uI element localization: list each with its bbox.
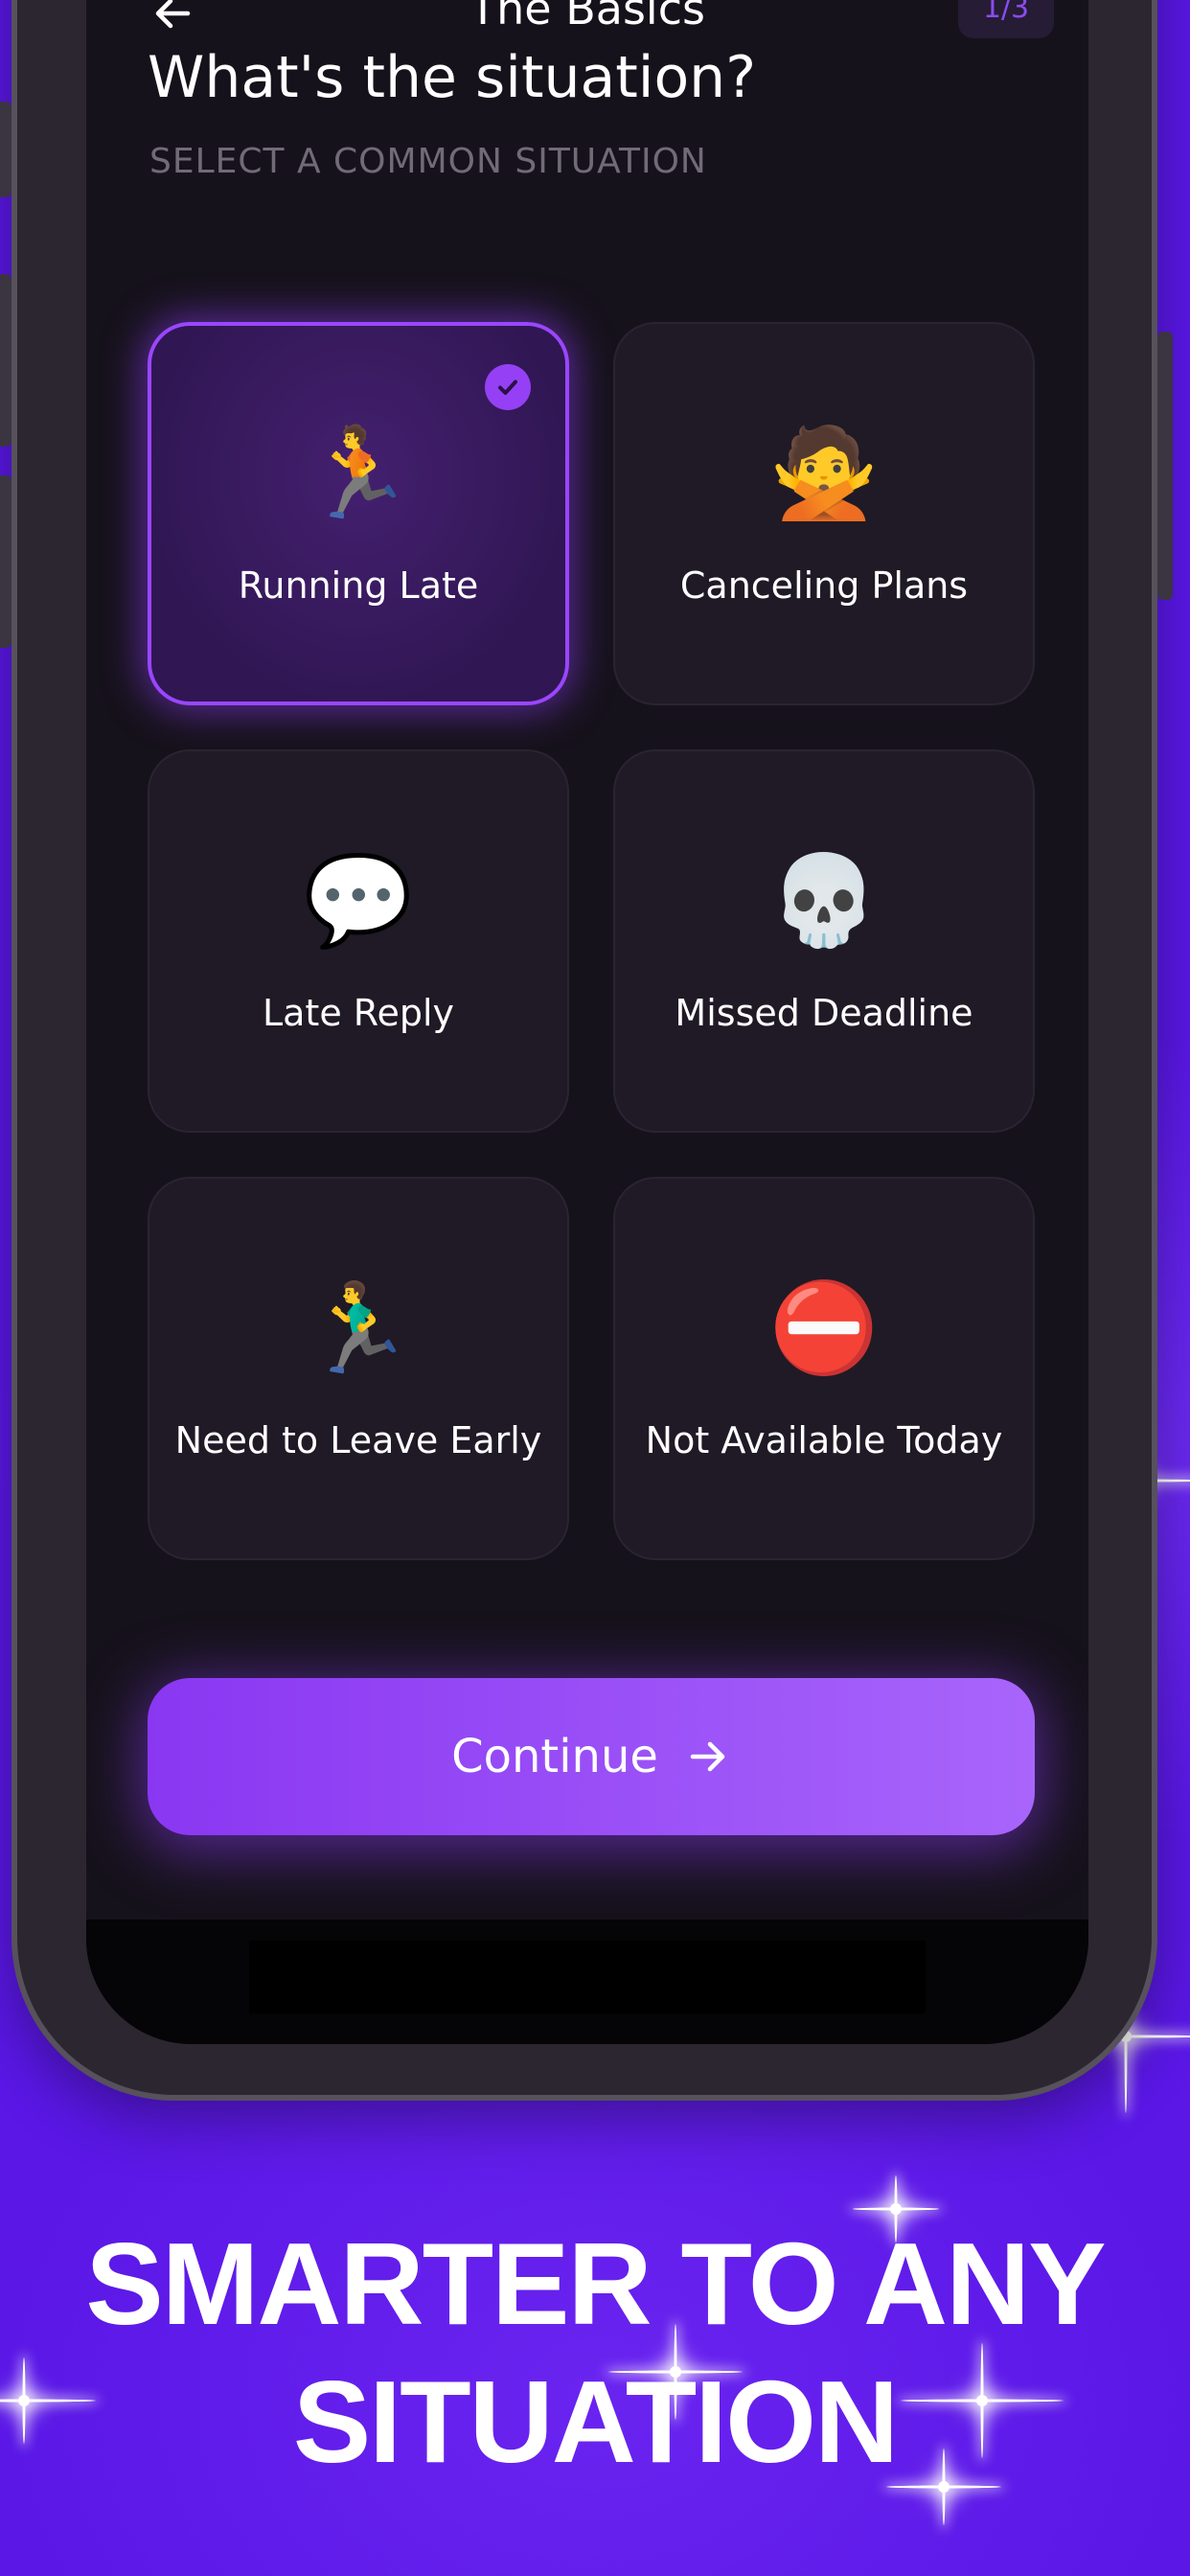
tagline-line-1: SMARTER TO ANY bbox=[85, 2219, 1106, 2349]
situation-label: Missed Deadline bbox=[675, 992, 973, 1034]
runner-icon: 🏃 bbox=[303, 422, 414, 524]
continue-button[interactable]: Continue bbox=[148, 1678, 1035, 1835]
situation-card-late-reply[interactable]: 💬 Late Reply bbox=[148, 749, 569, 1133]
situation-card-missed-deadline[interactable]: 💀 Missed Deadline bbox=[613, 749, 1035, 1133]
phone-frame: The Basics 1/3 What's the situation? SEL… bbox=[0, 0, 1173, 2101]
step-indicator: 1/3 bbox=[958, 0, 1054, 38]
home-area bbox=[86, 1920, 1088, 2044]
no-entry-icon: ⛔ bbox=[768, 1276, 880, 1379]
gesture-no-icon: 🙅 bbox=[768, 422, 880, 524]
home-indicator bbox=[249, 1941, 926, 2013]
side-button bbox=[0, 475, 11, 648]
situation-label: Running Late bbox=[238, 564, 479, 607]
situation-label: Canceling Plans bbox=[679, 564, 969, 607]
side-button bbox=[0, 274, 11, 447]
situation-label: Need to Leave Early bbox=[174, 1419, 542, 1461]
man-running-icon: 🏃‍♂️ bbox=[303, 1276, 414, 1379]
sparkle-decoration bbox=[853, 2175, 939, 2242]
situation-card-leave-early[interactable]: 🏃‍♂️ Need to Leave Early bbox=[148, 1177, 569, 1560]
situation-card-running-late[interactable]: 🏃 Running Late bbox=[148, 322, 569, 705]
side-button bbox=[0, 102, 11, 197]
speech-bubble-icon: 💬 bbox=[303, 849, 414, 952]
checkmark-icon bbox=[485, 364, 531, 410]
skull-icon: 💀 bbox=[768, 849, 880, 952]
arrow-right-icon bbox=[690, 1741, 725, 1772]
question-subtitle: SELECT A COMMON SITUATION bbox=[149, 142, 707, 181]
situation-label: Late Reply bbox=[262, 992, 455, 1034]
situation-label: Not Available Today bbox=[645, 1419, 1003, 1461]
side-button bbox=[1157, 332, 1173, 600]
page-title: The Basics bbox=[469, 0, 705, 34]
sparkle-decoration bbox=[886, 2449, 1001, 2525]
app-screen: The Basics 1/3 What's the situation? SEL… bbox=[86, 0, 1088, 2044]
situation-card-not-available[interactable]: ⛔ Not Available Today bbox=[613, 1177, 1035, 1560]
question-heading: What's the situation? bbox=[148, 44, 757, 111]
situation-card-canceling-plans[interactable]: 🙅 Canceling Plans bbox=[613, 322, 1035, 705]
tagline-line-2: SITUATION bbox=[292, 2357, 899, 2487]
continue-label: Continue bbox=[451, 1730, 658, 1783]
